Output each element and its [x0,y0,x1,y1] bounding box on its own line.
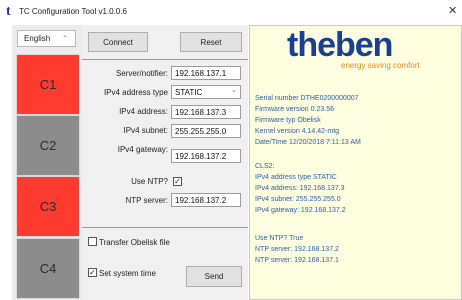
set-system-time-checkbox[interactable]: ✓ [88,268,97,277]
info-line: Firmware typ Obelisk [255,117,321,124]
ipv4-gateway-input[interactable]: 192.168.137.2 [171,149,241,163]
channel-button-c1[interactable]: C1 [16,54,80,115]
server-label: Server/notifier: [115,69,168,78]
info-line: CLS2: [255,163,275,170]
info-line: Date/Time 12/20/2018 7:11:13 AM [255,139,361,146]
language-value: English [24,34,51,43]
connect-button[interactable]: Connect [88,32,148,52]
channel-label: C4 [39,261,57,276]
transfer-obelisk-label: Transfer Obelisk file [99,238,170,247]
reset-button[interactable]: Reset [180,32,242,52]
ipv4-subnet-input[interactable]: 255.255.255.0 [171,124,241,138]
ntp-server-label: NTP server: [125,196,168,205]
info-line: Firmware version 0.23.56 [255,106,334,113]
server-input[interactable]: 192.168.137.1 [171,66,241,80]
chevron-down-icon: ⌄ [62,32,68,39]
divider [82,59,248,60]
channel-button-c2[interactable]: C2 [16,115,80,176]
ntp-server-input[interactable]: 192.168.137.2 [171,193,241,207]
channel-label: C3 [39,199,57,214]
address-type-value: STATIC [175,88,203,97]
use-ntp-checkbox[interactable]: ✓ [173,177,182,186]
info-line: IPv4 subnet: 255.255.255.0 [255,196,341,203]
transfer-obelisk-checkbox[interactable] [88,237,97,246]
app-icon: t [6,4,11,19]
info-line: IPv4 address: 192.168.137.3 [255,185,345,192]
set-system-time-label: Set system time [99,269,156,278]
address-type-label: IPv4 address type [103,88,168,97]
send-button[interactable]: Send [186,266,242,287]
logo-tagline: energy saving comfort [341,61,420,70]
info-line: Kernel version 4.14.42-mtg [255,128,340,135]
channel-label: C1 [39,77,57,92]
theben-logo: theben [287,26,393,64]
channel-button-c4[interactable]: C4 [16,238,80,299]
channel-button-c3[interactable]: C3 [16,176,80,237]
ipv4-subnet-label: IPv4 subnet: [123,126,168,135]
info-line: NTP server: 192.168.137.1 [255,257,339,264]
channel-label: C2 [39,138,57,153]
info-line: NTP server: 192.168.137.2 [255,246,339,253]
window-title: TC Configuration Tool v1.0.0.6 [19,7,127,16]
chevron-down-icon: ⌄ [231,87,237,94]
use-ntp-label: Use NTP? [131,177,168,186]
info-line: Use NTP? True [255,235,304,242]
ipv4-gateway-label: IPv4 gateway: [117,145,168,154]
ipv4-address-input[interactable]: 192.168.137.3 [171,105,241,119]
divider [82,227,248,228]
info-line: IPv4 address type STATIC [255,174,337,181]
ipv4-address-label: IPv4 address: [119,107,168,116]
info-line: IPv4 gateway: 192.168.137.2 [255,207,346,214]
close-icon[interactable]: ✕ [448,5,457,17]
info-line: Serial number DTHE0200000007 [255,95,359,102]
